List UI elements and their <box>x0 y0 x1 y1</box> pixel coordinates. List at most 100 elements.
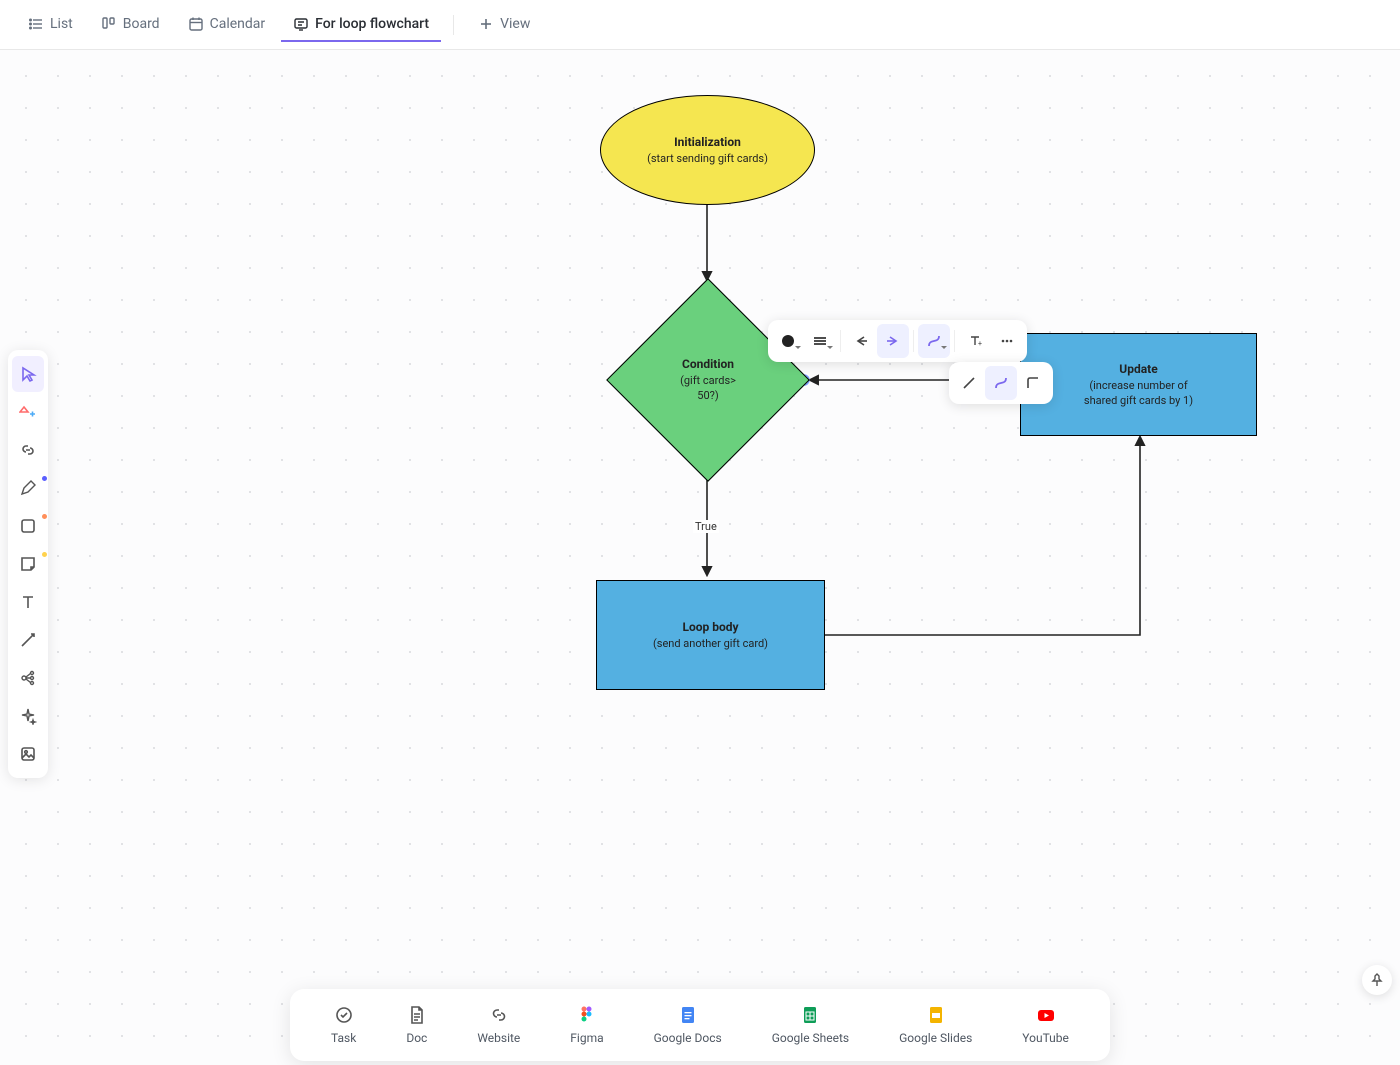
doc-icon <box>407 1005 427 1025</box>
path-curved[interactable] <box>985 366 1017 400</box>
edge-label-true: True <box>693 520 719 533</box>
curved-path-icon <box>993 375 1009 391</box>
lines-icon <box>812 333 828 349</box>
tab-flowchart[interactable]: For loop flowchart <box>281 8 441 42</box>
filled-circle-icon <box>780 333 796 349</box>
straight-line-icon <box>961 375 977 391</box>
arrow-start[interactable] <box>845 324 877 358</box>
color-badge <box>42 514 47 519</box>
tab-label: Calendar <box>210 16 266 32</box>
tool-sticky[interactable] <box>12 546 44 582</box>
tool-link[interactable] <box>12 432 44 468</box>
dock-label: Website <box>477 1031 520 1045</box>
dock-label: Google Sheets <box>772 1031 849 1045</box>
pin-icon <box>1370 973 1384 987</box>
tool-connector[interactable] <box>12 622 44 658</box>
connector-color[interactable] <box>772 324 804 358</box>
tool-image[interactable] <box>12 736 44 772</box>
diamond-label: Condition (gift cards> 50?) <box>636 308 780 452</box>
tool-select[interactable] <box>12 356 44 392</box>
tab-board[interactable]: Board <box>89 8 172 42</box>
dock-youtube[interactable]: YouTube <box>1022 1005 1069 1045</box>
youtube-icon <box>1036 1005 1056 1025</box>
tab-add-view[interactable]: View <box>466 8 542 42</box>
link-icon <box>489 1005 509 1025</box>
elbow-path-icon <box>1025 375 1041 391</box>
connector-path-type-toolbar <box>949 362 1053 404</box>
dock-gdocs[interactable]: Google Docs <box>654 1005 722 1045</box>
connector-line-style[interactable] <box>804 324 836 358</box>
tab-separator <box>453 15 454 35</box>
node-subtitle: (send another gift card) <box>653 636 768 651</box>
list-icon <box>28 16 44 32</box>
tool-pen[interactable] <box>12 470 44 506</box>
node-title: Condition <box>682 356 734 373</box>
connector-path-style[interactable] <box>918 324 950 358</box>
text-icon: + <box>967 333 983 349</box>
board-icon <box>101 16 117 32</box>
node-subtitle: 50?) <box>697 388 718 403</box>
whiteboard-canvas[interactable]: Initialization (start sending gift cards… <box>0 50 1400 1065</box>
tool-shape[interactable] <box>12 508 44 544</box>
square-icon <box>19 517 37 535</box>
tool-text[interactable] <box>12 584 44 620</box>
cursor-icon <box>19 365 37 383</box>
node-initialization[interactable]: Initialization (start sending gift cards… <box>600 95 815 205</box>
node-title: Initialization <box>674 134 741 151</box>
color-badge <box>42 552 47 557</box>
dock-label: Google Docs <box>654 1031 722 1045</box>
tool-shapes-library[interactable] <box>12 394 44 430</box>
node-condition[interactable]: Condition (gift cards> 50?) <box>636 308 780 452</box>
connector-more[interactable] <box>991 324 1023 358</box>
figma-icon <box>577 1005 597 1025</box>
node-subtitle: (gift cards> <box>680 373 736 388</box>
node-subtitle: shared gift cards by 1) <box>1084 393 1193 408</box>
path-straight[interactable] <box>953 366 985 400</box>
dock-website[interactable]: Website <box>477 1005 520 1045</box>
tool-mindmap[interactable] <box>12 660 44 696</box>
dock-doc[interactable]: Doc <box>406 1005 427 1045</box>
curved-path-icon <box>926 333 942 349</box>
tab-label: For loop flowchart <box>315 16 429 32</box>
more-icon <box>999 333 1015 349</box>
tab-list[interactable]: List <box>16 8 85 42</box>
dock-gslides[interactable]: Google Slides <box>899 1005 972 1045</box>
pin-dock-button[interactable] <box>1362 965 1392 995</box>
text-icon <box>19 593 37 611</box>
dock-gsheets[interactable]: Google Sheets <box>772 1005 849 1045</box>
insert-dock: Task Doc Website Figma Google Docs Googl… <box>290 989 1110 1061</box>
dock-label: Figma <box>570 1031 603 1045</box>
connector-toolbar: + <box>768 320 1027 362</box>
connector-icon <box>19 631 37 649</box>
dock-figma[interactable]: Figma <box>570 1005 603 1045</box>
google-sheets-icon <box>800 1005 820 1025</box>
tab-calendar[interactable]: Calendar <box>176 8 278 42</box>
node-loop-body[interactable]: Loop body (send another gift card) <box>596 580 825 690</box>
sparkle-icon <box>19 707 37 725</box>
task-icon <box>334 1005 354 1025</box>
dock-task[interactable]: Task <box>331 1005 356 1045</box>
path-elbow[interactable] <box>1017 366 1049 400</box>
node-update[interactable]: Update (increase number of shared gift c… <box>1020 333 1257 436</box>
tab-label: List <box>50 16 73 32</box>
mindmap-icon <box>19 669 37 687</box>
dock-label: YouTube <box>1022 1031 1069 1045</box>
link-icon <box>19 441 37 459</box>
google-slides-icon <box>926 1005 946 1025</box>
calendar-icon <box>188 16 204 32</box>
whiteboard-icon <box>293 16 309 32</box>
tool-ai[interactable] <box>12 698 44 734</box>
dock-label: Doc <box>406 1031 427 1045</box>
plus-icon <box>478 16 494 32</box>
pen-icon <box>19 479 37 497</box>
dock-label: Task <box>331 1031 356 1045</box>
color-badge <box>42 476 47 481</box>
sticky-note-icon <box>19 555 37 573</box>
node-subtitle: (start sending gift cards) <box>647 151 768 166</box>
arrow-right-icon <box>885 333 901 349</box>
svg-text:+: + <box>978 340 982 348</box>
whiteboard-tools <box>8 350 48 778</box>
arrow-end[interactable] <box>877 324 909 358</box>
connector-text[interactable]: + <box>959 324 991 358</box>
image-icon <box>19 745 37 763</box>
